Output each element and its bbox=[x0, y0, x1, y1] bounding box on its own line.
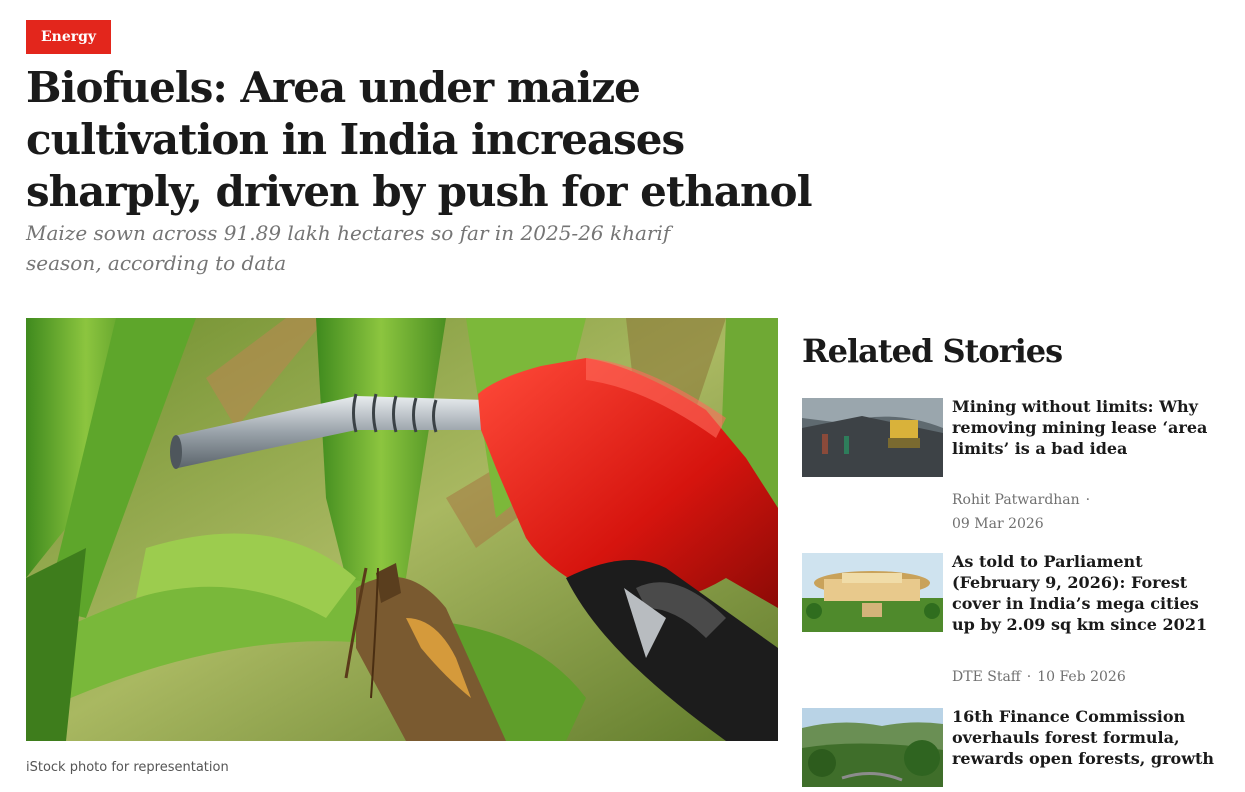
story-thumbnail[interactable] bbox=[802, 553, 943, 632]
image-caption: iStock photo for representation bbox=[26, 760, 229, 775]
hero-image bbox=[26, 318, 778, 741]
meta-separator: · bbox=[1026, 669, 1032, 685]
story-meta: DTE Staff · 10 Feb 2026 bbox=[952, 665, 1212, 689]
category-tag[interactable]: Energy bbox=[26, 20, 112, 54]
story-title[interactable]: Mining without limits: Why removing mini… bbox=[952, 396, 1222, 459]
story-meta: Rohit Patwardhan · 09 Mar 2026 bbox=[952, 488, 1212, 536]
article-subheadline: Maize sown across 91.89 lakh hectares so… bbox=[26, 221, 671, 275]
story-title[interactable]: 16th Finance Commission overhauls forest… bbox=[952, 706, 1222, 769]
story-date: 10 Feb 2026 bbox=[1037, 669, 1126, 685]
article-headline: Biofuels: Area under maize cultivation i… bbox=[26, 63, 813, 216]
story-thumbnail[interactable] bbox=[802, 708, 943, 787]
meta-separator: · bbox=[1085, 492, 1091, 508]
story-author[interactable]: Rohit Patwardhan bbox=[952, 492, 1080, 508]
story-thumbnail[interactable] bbox=[802, 398, 943, 477]
story-title[interactable]: As told to Parliament (February 9, 2026)… bbox=[952, 551, 1222, 635]
related-stories-heading: Related Stories bbox=[802, 332, 1063, 370]
story-author[interactable]: DTE Staff bbox=[952, 669, 1021, 685]
story-date: 09 Mar 2026 bbox=[952, 516, 1044, 532]
